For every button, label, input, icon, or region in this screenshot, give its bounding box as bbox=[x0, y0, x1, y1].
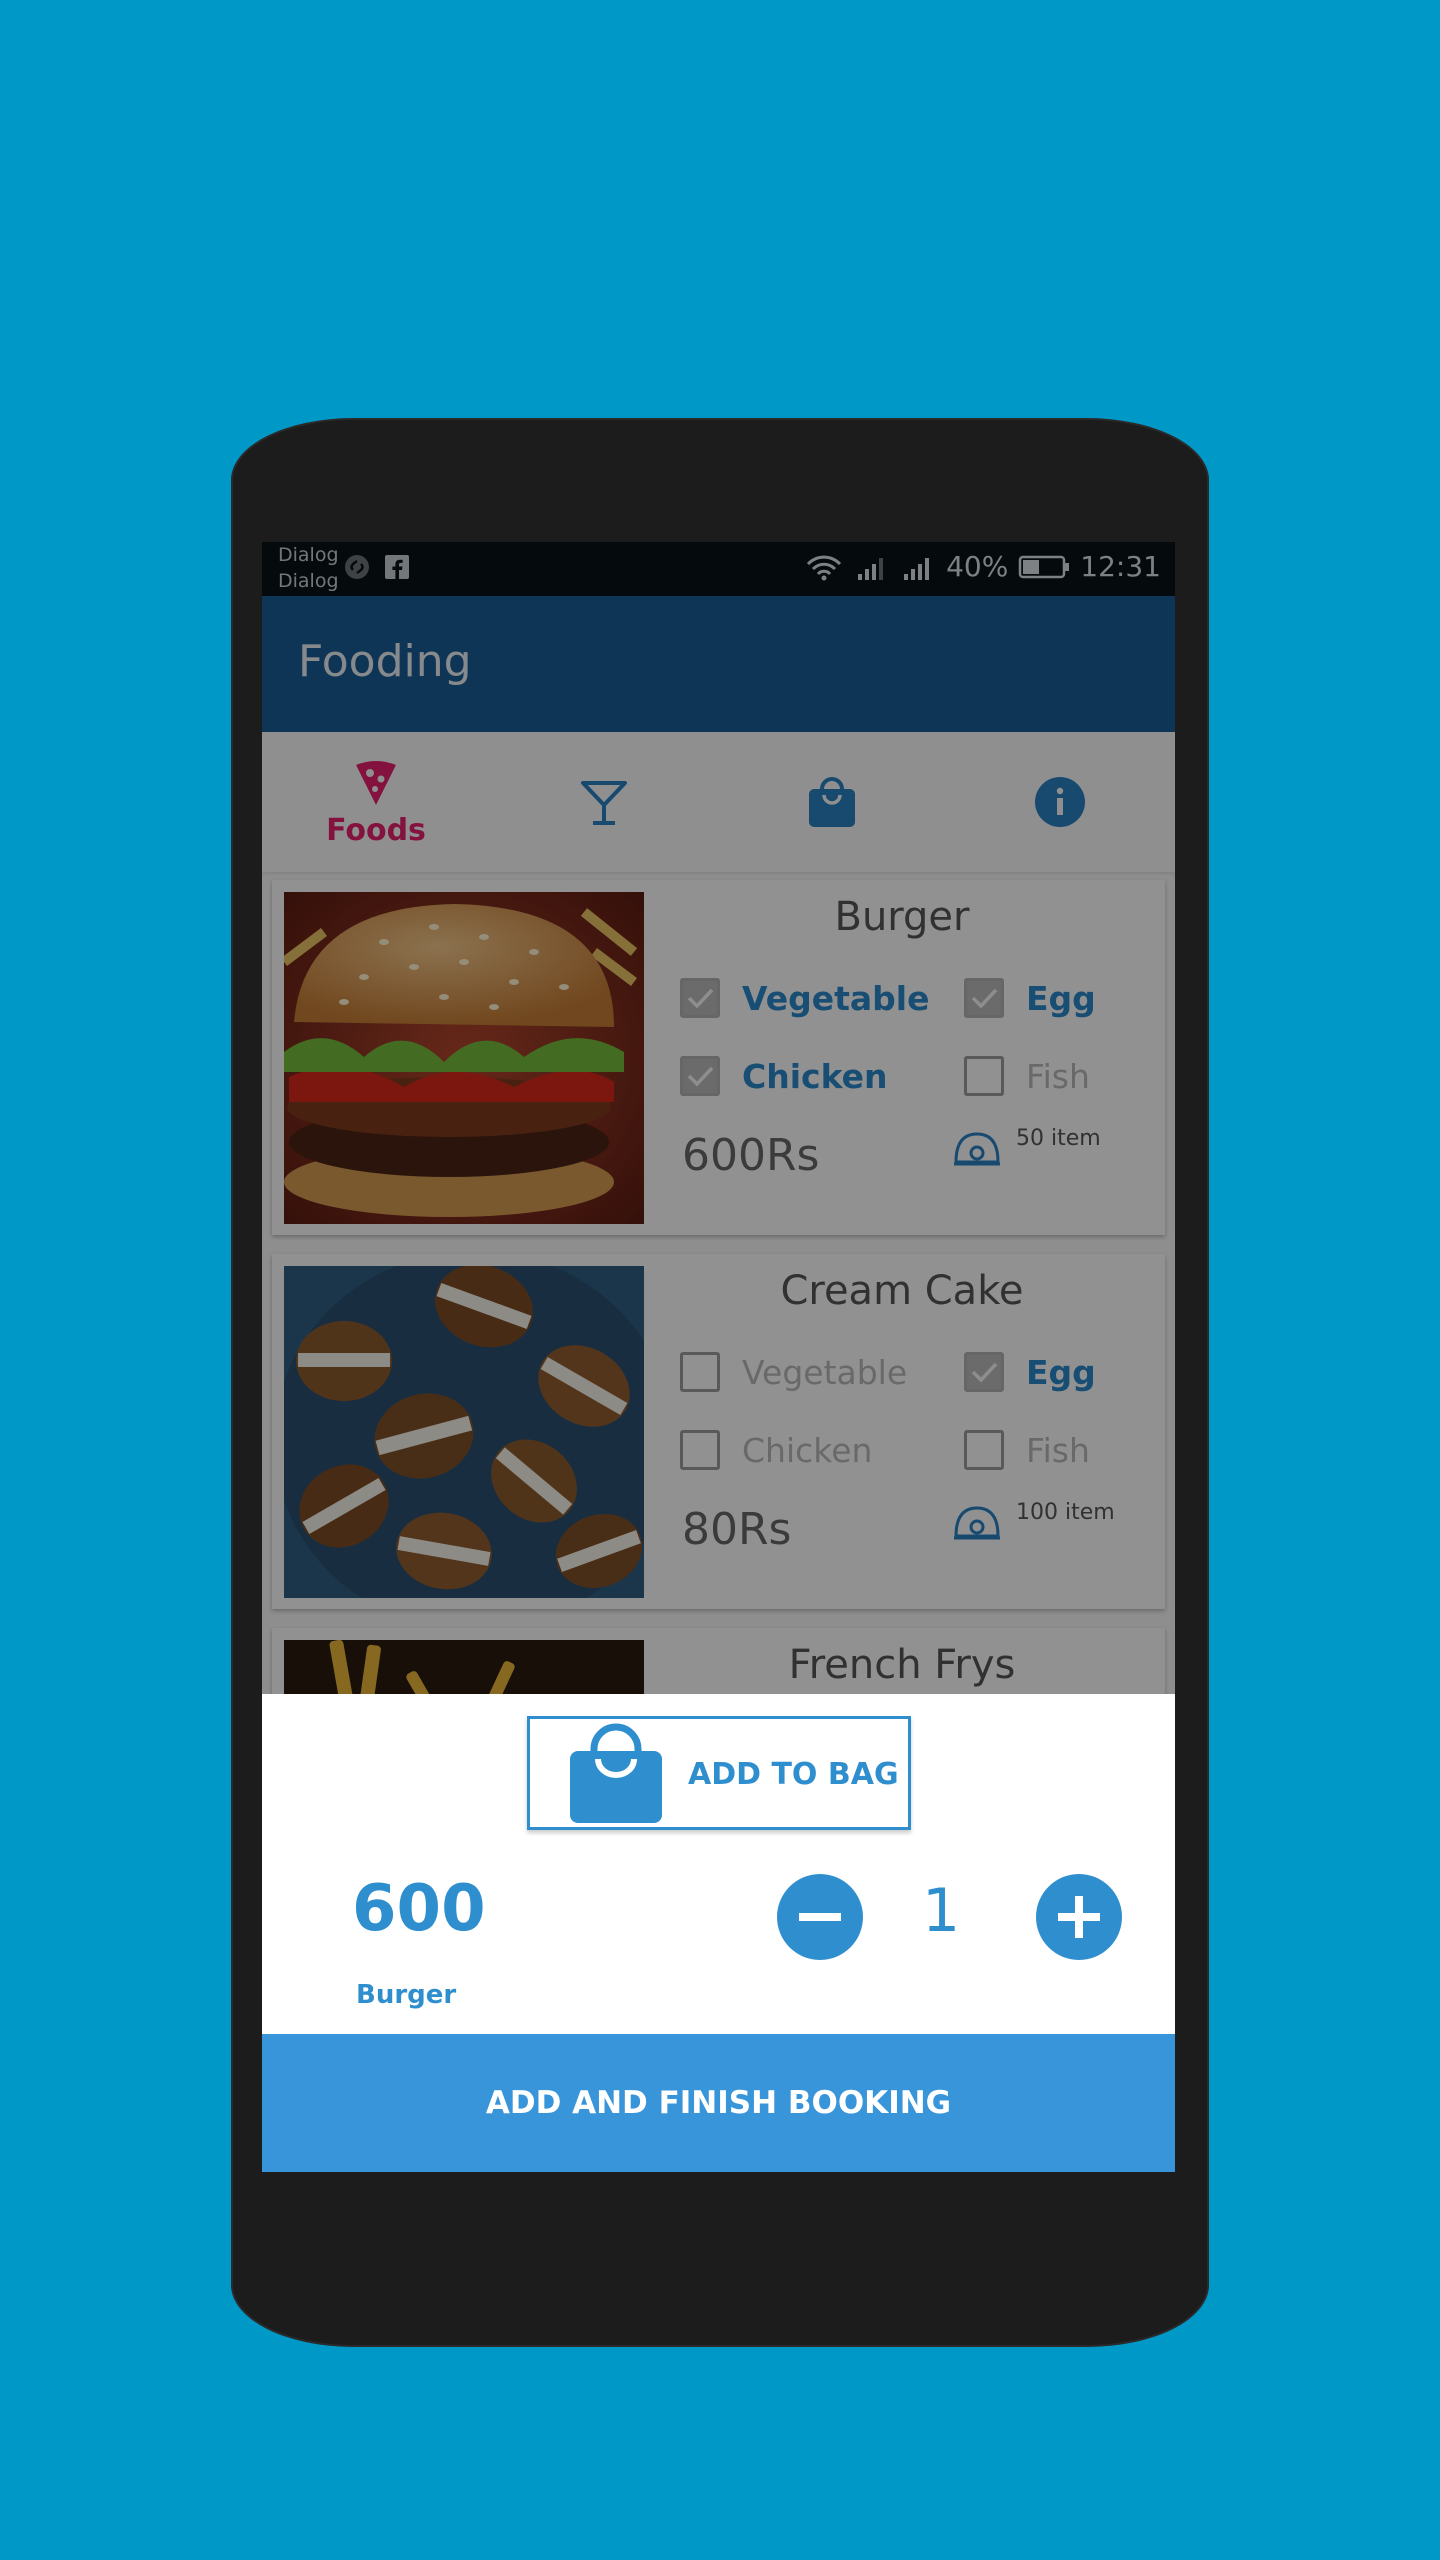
total-price: 600 bbox=[352, 1872, 486, 1946]
add-to-bag-button[interactable]: ADD TO BAG bbox=[527, 1716, 911, 1830]
add-to-bag-label: ADD TO BAG bbox=[688, 1757, 899, 1792]
minus-icon bbox=[799, 1913, 841, 1921]
plus-icon bbox=[1058, 1896, 1100, 1938]
shopping-bag-icon bbox=[570, 1723, 662, 1823]
modal-scrim[interactable] bbox=[262, 542, 1175, 1694]
finish-booking-button[interactable]: ADD AND FINISH BOOKING bbox=[262, 2034, 1175, 2172]
decrease-quantity-button[interactable] bbox=[777, 1874, 863, 1960]
selected-item-name: Burger bbox=[356, 1980, 457, 2010]
bottom-sheet: ADD TO BAG 600 Burger 1 bbox=[262, 1694, 1175, 2034]
quantity-value: 1 bbox=[922, 1876, 961, 1946]
increase-quantity-button[interactable] bbox=[1036, 1874, 1122, 1960]
